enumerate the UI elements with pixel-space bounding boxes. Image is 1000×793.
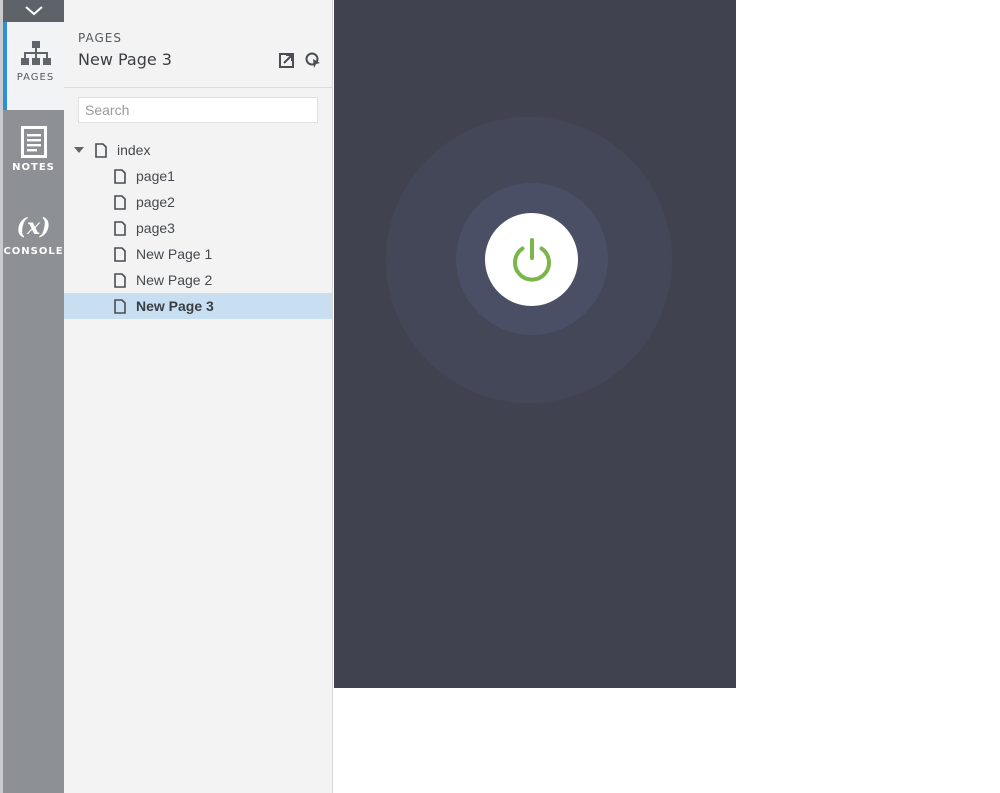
tree-row-new-page-1[interactable]: New Page 1 — [64, 241, 332, 267]
rail-collapse-button[interactable] — [3, 0, 64, 22]
tree-row-new-page-2[interactable]: New Page 2 — [64, 267, 332, 293]
notes-icon — [20, 126, 47, 158]
panel-kicker: PAGES — [78, 31, 122, 45]
page-icon — [114, 168, 126, 184]
locate-icon — [305, 52, 320, 68]
preview-canvas — [334, 0, 736, 688]
power-icon — [512, 237, 551, 282]
rail-item-pages[interactable]: PAGES — [3, 22, 64, 110]
tool-rail: PAGES NOTES (x) CONSOLE — [0, 0, 64, 793]
tree-row-new-page-3[interactable]: New Page 3 — [64, 293, 332, 319]
tree-row-page1[interactable]: page1 — [64, 163, 332, 189]
variable-icon: (x) — [16, 214, 51, 240]
tree-row-label: New Page 2 — [136, 272, 213, 288]
rail-item-label: CONSOLE — [3, 246, 64, 257]
tree-row-label: page3 — [136, 220, 175, 236]
page-icon — [114, 272, 126, 288]
tree-row-label: page1 — [136, 168, 175, 184]
export-page-button[interactable] — [278, 51, 296, 69]
chevron-down-icon — [24, 6, 43, 16]
page-icon — [95, 142, 107, 158]
power-button[interactable] — [485, 213, 578, 306]
search-input[interactable] — [78, 97, 318, 123]
page-icon — [114, 298, 126, 314]
page-icon — [114, 220, 126, 236]
page-icon — [114, 246, 126, 262]
tree-row-label: New Page 3 — [136, 298, 214, 314]
page-tree: index page1 page2 page3 New Page 1 New P… — [64, 137, 332, 319]
page-title: New Page 3 — [78, 50, 172, 69]
rail-item-label: NOTES — [12, 162, 55, 173]
tree-row-page3[interactable]: page3 — [64, 215, 332, 241]
panel-actions — [278, 51, 322, 69]
tree-row-label: page2 — [136, 194, 175, 210]
page-icon — [114, 194, 126, 210]
tree-row-label: index — [117, 142, 151, 158]
pages-panel: PAGES New Page 3 index — [64, 0, 333, 793]
export-icon — [279, 53, 294, 68]
sitemap-icon — [20, 41, 51, 65]
locate-page-button[interactable] — [304, 51, 322, 69]
rail-item-console[interactable]: (x) CONSOLE — [3, 214, 64, 270]
tree-row-index[interactable]: index — [64, 137, 332, 163]
tree-row-label: New Page 1 — [136, 246, 213, 262]
panel-divider — [64, 87, 332, 88]
tree-row-page2[interactable]: page2 — [64, 189, 332, 215]
rail-edge — [0, 0, 3, 793]
expand-caret-icon[interactable] — [74, 147, 84, 153]
rail-item-notes[interactable]: NOTES — [3, 126, 64, 186]
rail-item-label: PAGES — [16, 72, 55, 83]
